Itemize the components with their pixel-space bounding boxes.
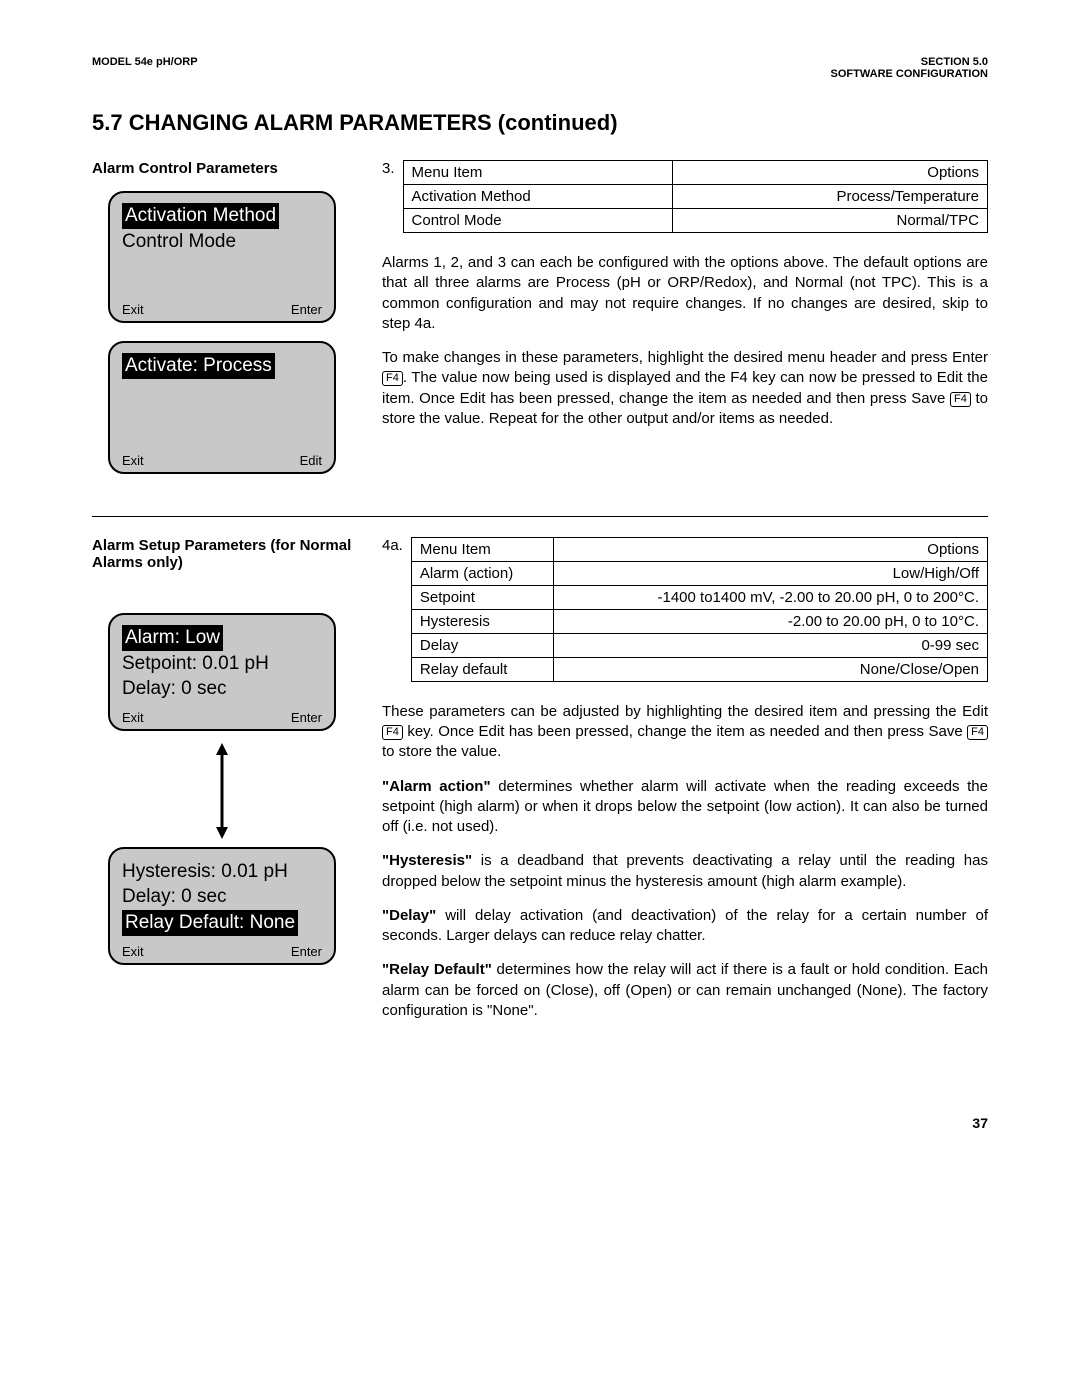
lcd-hysteresis: Hysteresis: 0.01 pH Delay: 0 sec Relay D… [108,847,336,965]
table-row: Delay0-99 sec [411,633,987,657]
lcd-line: Delay: 0 sec [122,676,322,702]
subhead-alarm-setup: Alarm Setup Parameters (for Normal Alarm… [92,537,352,571]
table-row: Setpoint-1400 to1400 mV, -2.00 to 20.00 … [411,585,987,609]
paragraph: These parameters can be adjusted by high… [382,702,988,763]
body-text-block: Alarms 1, 2, and 3 can each be configure… [382,253,988,429]
f4-keycap-icon: F4 [382,371,403,386]
lcd-line-highlighted: Activation Method [122,203,279,229]
lcd-edit-button[interactable]: Edit [300,453,322,468]
table-row: Control Mode Normal/TPC [403,209,987,233]
paragraph: Alarms 1, 2, and 3 can each be configure… [382,253,988,334]
body-text-block: These parameters can be adjusted by high… [382,702,988,1021]
lcd-line-highlighted: Relay Default: None [122,910,298,936]
page-header: MODEL 54e pH/ORP SECTION 5.0 SOFTWARE CO… [92,56,988,80]
header-right: SECTION 5.0 SOFTWARE CONFIGURATION [831,56,988,80]
header-left: MODEL 54e pH/ORP [92,56,198,80]
f4-keycap-icon: F4 [382,725,403,740]
lcd-enter-button[interactable]: Enter [291,710,322,725]
paragraph: "Delay" will delay activation (and deact… [382,906,988,947]
lcd-exit-button[interactable]: Exit [122,453,144,468]
paragraph: To make changes in these parameters, hig… [382,348,988,429]
lcd-activation-method: Activation Method Control Mode Exit Ente… [108,191,336,323]
table-header: Options [672,161,987,185]
step-number: 3. [382,160,395,177]
table-header: Menu Item [403,161,672,185]
f4-keycap-icon: F4 [967,725,988,740]
table-row: Activation Method Process/Temperature [403,185,987,209]
lcd-line: Delay: 0 sec [122,884,322,910]
paragraph: "Relay Default" determines how the relay… [382,960,988,1021]
table-row: Hysteresis-2.00 to 20.00 pH, 0 to 10°C. [411,609,987,633]
double-arrow-icon [92,743,352,839]
lcd-line-highlighted: Alarm: Low [122,625,223,651]
lcd-exit-button[interactable]: Exit [122,944,144,959]
lcd-enter-button[interactable]: Enter [291,302,322,317]
table-row: Relay defaultNone/Close/Open [411,657,987,681]
lcd-line: Hysteresis: 0.01 pH [122,859,322,885]
paragraph: "Hysteresis" is a deadband that prevents… [382,851,988,892]
step-number: 4a. [382,537,403,554]
lcd-enter-button[interactable]: Enter [291,944,322,959]
lcd-activate-process: Activate: Process Exit Edit [108,341,336,474]
table-row: Alarm (action)Low/High/Off [411,561,987,585]
section-title: 5.7 CHANGING ALARM PARAMETERS (continued… [92,110,988,136]
lcd-line: Control Mode [122,229,322,255]
table-header: Options [553,537,988,561]
lcd-alarm-low: Alarm: Low Setpoint: 0.01 pH Delay: 0 se… [108,613,336,731]
divider [92,516,988,517]
lcd-exit-button[interactable]: Exit [122,710,144,725]
f4-keycap-icon: F4 [950,392,971,407]
options-table-2: Menu Item Options Alarm (action)Low/High… [411,537,988,682]
page-number: 37 [92,1115,988,1131]
paragraph: "Alarm action" determines whether alarm … [382,777,988,838]
options-table-1: Menu Item Options Activation Method Proc… [403,160,988,233]
lcd-line-highlighted: Activate: Process [122,353,275,379]
lcd-exit-button[interactable]: Exit [122,302,144,317]
table-header: Menu Item [411,537,553,561]
subhead-alarm-control: Alarm Control Parameters [92,160,352,177]
lcd-line: Setpoint: 0.01 pH [122,651,322,677]
